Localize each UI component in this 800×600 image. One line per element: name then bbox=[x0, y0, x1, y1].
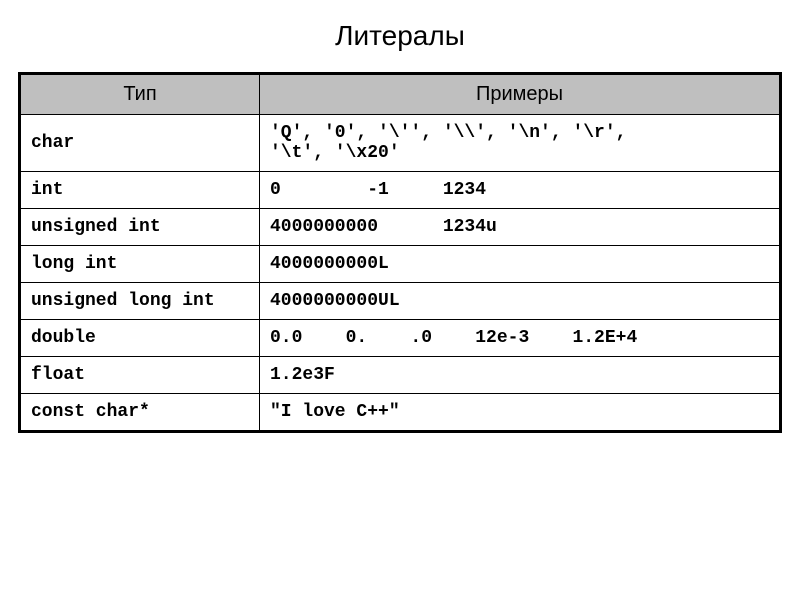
cell-example: 'Q', '0', '\'', '\\', '\n', '\r', '\t', … bbox=[260, 115, 781, 172]
cell-type: char bbox=[20, 115, 260, 172]
table-row: unsigned int 4000000000 1234u bbox=[20, 209, 781, 246]
cell-type: float bbox=[20, 357, 260, 394]
literals-table: Тип Примеры char 'Q', '0', '\'', '\\', '… bbox=[18, 72, 782, 433]
cell-example: 4000000000UL bbox=[260, 283, 781, 320]
cell-example: "I love C++" bbox=[260, 394, 781, 432]
cell-type: long int bbox=[20, 246, 260, 283]
table-row: const char* "I love C++" bbox=[20, 394, 781, 432]
cell-type: double bbox=[20, 320, 260, 357]
table-row: int 0 -1 1234 bbox=[20, 172, 781, 209]
cell-type: unsigned long int bbox=[20, 283, 260, 320]
page-title: Литералы bbox=[18, 20, 782, 52]
cell-type: unsigned int bbox=[20, 209, 260, 246]
table-row: unsigned long int 4000000000UL bbox=[20, 283, 781, 320]
table-row: float 1.2e3F bbox=[20, 357, 781, 394]
cell-type: int bbox=[20, 172, 260, 209]
header-examples: Примеры bbox=[260, 74, 781, 115]
table-header-row: Тип Примеры bbox=[20, 74, 781, 115]
cell-example: 4000000000 1234u bbox=[260, 209, 781, 246]
cell-example: 0 -1 1234 bbox=[260, 172, 781, 209]
cell-example: 4000000000L bbox=[260, 246, 781, 283]
table-row: char 'Q', '0', '\'', '\\', '\n', '\r', '… bbox=[20, 115, 781, 172]
table-row: long int 4000000000L bbox=[20, 246, 781, 283]
table-row: double 0.0 0. .0 12e-3 1.2E+4 bbox=[20, 320, 781, 357]
cell-example: 1.2e3F bbox=[260, 357, 781, 394]
cell-example: 0.0 0. .0 12e-3 1.2E+4 bbox=[260, 320, 781, 357]
header-type: Тип bbox=[20, 74, 260, 115]
cell-type: const char* bbox=[20, 394, 260, 432]
